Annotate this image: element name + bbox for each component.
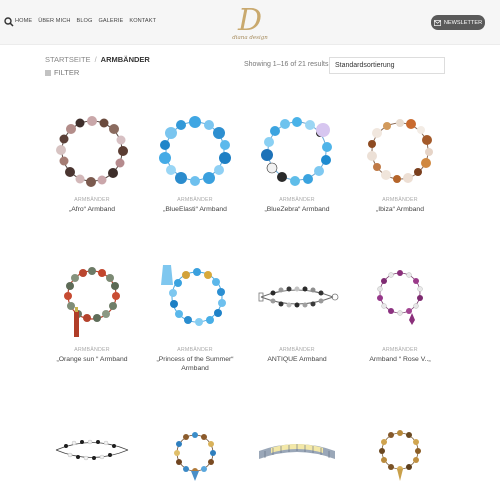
product-image[interactable]: [149, 255, 241, 347]
product-card[interactable]: ARMBÄNDER „Princess of the Summer“ Armba…: [149, 255, 241, 373]
product-category: ARMBÄNDER: [279, 197, 315, 203]
product-category: ARMBÄNDER: [177, 197, 213, 203]
filter-label: FILTER: [54, 68, 80, 77]
product-image[interactable]: [251, 255, 343, 347]
product-title[interactable]: „BlueZebra“ Armband: [251, 205, 343, 214]
nav-item-home[interactable]: HOME: [15, 18, 32, 24]
site-header: HOME ÜBER MICH BLOG GALERIE KONTAKT D di…: [0, 0, 500, 45]
product-image[interactable]: [251, 105, 343, 197]
breadcrumb: STARTSEITE / ARMBÄNDER: [45, 55, 150, 64]
breadcrumb-home-link[interactable]: STARTSEITE: [45, 55, 91, 64]
filter-lines-icon: [45, 70, 51, 75]
product-title[interactable]: ANTIQUE Armband: [251, 355, 343, 364]
product-category: ARMBÄNDER: [382, 347, 418, 353]
product-category: ARMBÄNDER: [74, 347, 110, 353]
nav-item-blog[interactable]: BLOG: [76, 18, 92, 24]
search-icon[interactable]: [4, 17, 14, 27]
product-image[interactable]: [46, 415, 138, 500]
product-image[interactable]: [354, 105, 446, 197]
product-card[interactable]: [46, 415, 138, 500]
product-card[interactable]: ARMBÄNDER ANTIQUE Armband: [251, 255, 343, 364]
product-card[interactable]: [354, 415, 446, 500]
product-image[interactable]: [46, 105, 138, 197]
nav-item-contact[interactable]: KONTAKT: [129, 18, 156, 24]
product-card[interactable]: [149, 415, 241, 500]
product-card[interactable]: ARMBÄNDER „Ibiza“ Armband: [354, 105, 446, 214]
product-title[interactable]: Armband “ Rose V..„: [354, 355, 446, 364]
breadcrumb-separator: /: [94, 55, 97, 64]
product-image[interactable]: [354, 255, 446, 347]
product-image[interactable]: [46, 255, 138, 347]
product-card[interactable]: ARMBÄNDER „BlueZebra“ Armband: [251, 105, 343, 214]
sort-select[interactable]: Standardsortierung: [329, 57, 445, 74]
product-image[interactable]: [354, 415, 446, 500]
filter-toggle[interactable]: FILTER: [45, 68, 79, 77]
product-category: ARMBÄNDER: [177, 347, 213, 353]
product-title[interactable]: „Orange sun “ Armband: [46, 355, 138, 364]
product-card[interactable]: ARMBÄNDER „Orange sun “ Armband: [46, 255, 138, 364]
newsletter-label: NEWSLETTER: [443, 19, 483, 26]
product-image[interactable]: [149, 105, 241, 197]
diana-design-logo[interactable]: D diana design: [224, 4, 276, 42]
product-category: ARMBÄNDER: [74, 197, 110, 203]
newsletter-button[interactable]: NEWSLETTER: [431, 15, 485, 30]
logo-letter: D: [237, 4, 262, 38]
product-image[interactable]: [251, 415, 343, 500]
product-title[interactable]: „Princess of the Summer“ Armband: [149, 355, 241, 373]
envelope-icon: [433, 19, 441, 26]
product-title[interactable]: „Afro“ Armband: [46, 205, 138, 214]
nav-item-about[interactable]: ÜBER MICH: [38, 18, 70, 24]
product-card[interactable]: [251, 415, 343, 500]
product-title[interactable]: „BlueElasti“ Armband: [149, 205, 241, 214]
logo-tagline: diana design: [232, 35, 268, 41]
product-title[interactable]: „Ibiza“ Armband: [354, 205, 446, 214]
product-category: ARMBÄNDER: [382, 197, 418, 203]
product-card[interactable]: ARMBÄNDER Armband “ Rose V..„: [354, 255, 446, 364]
product-card[interactable]: ARMBÄNDER „BlueElasti“ Armband: [149, 105, 241, 214]
product-card[interactable]: ARMBÄNDER „Afro“ Armband: [46, 105, 138, 214]
breadcrumb-current: ARMBÄNDER: [100, 55, 150, 64]
product-image[interactable]: [149, 415, 241, 500]
main-nav: HOME ÜBER MICH BLOG GALERIE KONTAKT: [15, 18, 156, 24]
nav-item-gallery[interactable]: GALERIE: [98, 18, 123, 24]
result-count: Showing 1–16 of 21 results: [244, 61, 329, 68]
product-category: ARMBÄNDER: [279, 347, 315, 353]
